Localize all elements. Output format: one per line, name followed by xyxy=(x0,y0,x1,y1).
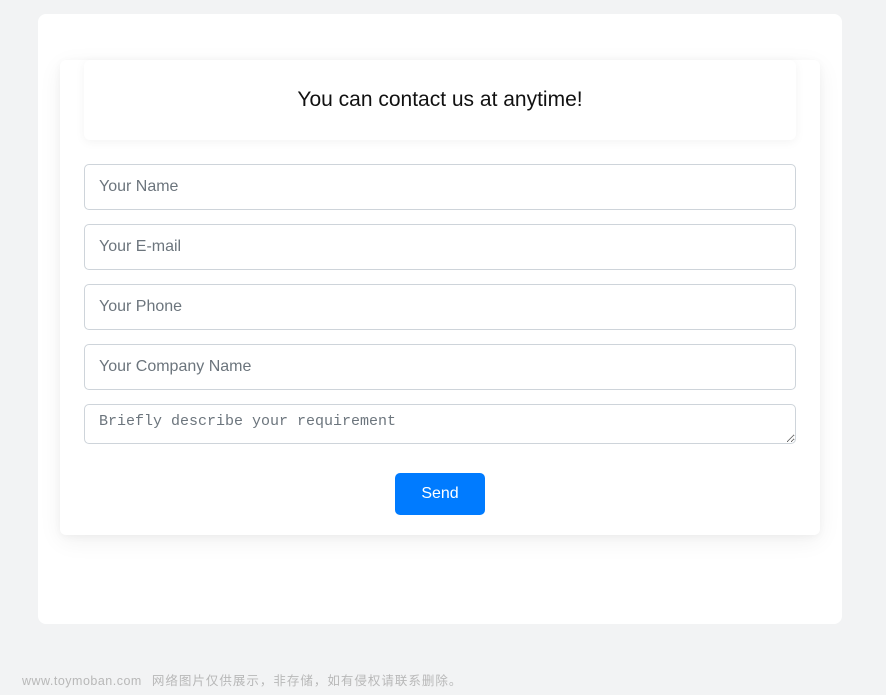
card-title: You can contact us at anytime! xyxy=(94,88,786,112)
phone-input[interactable] xyxy=(84,284,796,330)
form-row-phone xyxy=(84,284,796,330)
contact-card: You can contact us at anytime! Send xyxy=(60,60,820,535)
submit-row: Send xyxy=(84,463,796,515)
name-input[interactable] xyxy=(84,164,796,210)
send-button[interactable]: Send xyxy=(395,473,484,515)
form-row-message xyxy=(84,404,796,449)
footer-domain: www.toymoban.com xyxy=(22,674,142,688)
outer-container: You can contact us at anytime! Send xyxy=(38,14,842,624)
form-row-name xyxy=(84,164,796,210)
form-row-email xyxy=(84,224,796,270)
title-bar: You can contact us at anytime! xyxy=(84,60,796,140)
message-textarea[interactable] xyxy=(84,404,796,444)
footer-note: www.toymoban.com 网络图片仅供展示，非存储，如有侵权请联系删除。 xyxy=(22,670,462,689)
form-row-company xyxy=(84,344,796,390)
footer-notice: 网络图片仅供展示，非存储，如有侵权请联系删除。 xyxy=(152,674,463,688)
company-input[interactable] xyxy=(84,344,796,390)
email-input[interactable] xyxy=(84,224,796,270)
